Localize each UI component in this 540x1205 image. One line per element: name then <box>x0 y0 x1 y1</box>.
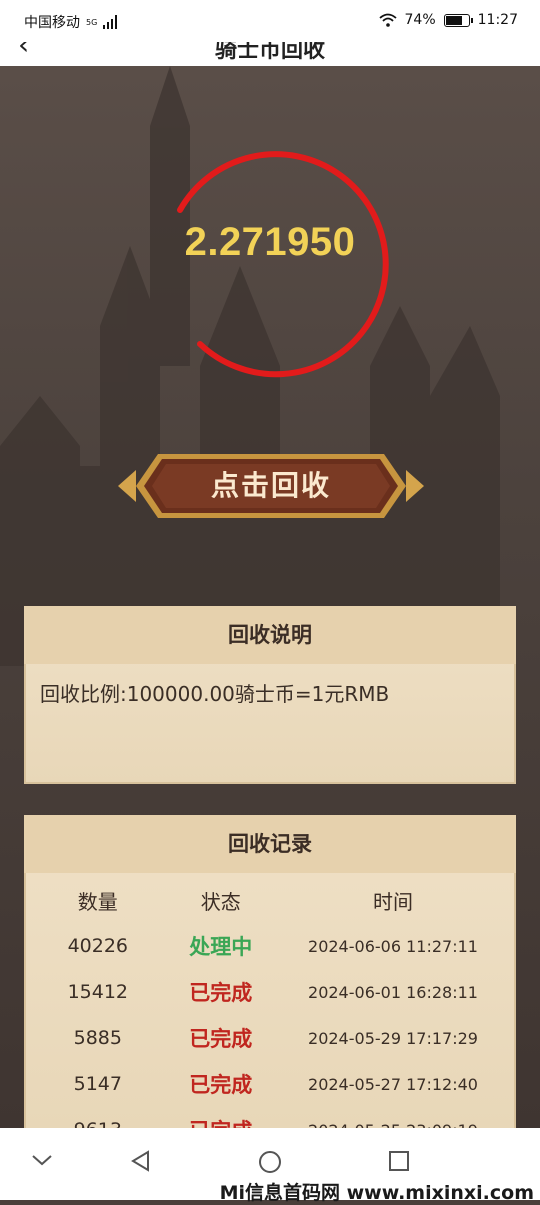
record-time: 2024-05-27 17:12:40 <box>308 1074 478 1094</box>
record-amount: 15412 <box>67 981 129 1003</box>
record-amount: 9613 <box>73 1119 122 1130</box>
column-time-header: 时间 <box>372 889 413 914</box>
description-text: 回收比例:100000.00骑士币=1元RMB <box>40 682 390 706</box>
records-title: 回收记录 <box>24 815 516 873</box>
record-status: 处理中 <box>189 935 253 959</box>
signal-icon <box>103 15 118 29</box>
page-title: 骑士币回收 <box>214 42 325 63</box>
battery-percent: 74% <box>404 12 436 28</box>
record-status: 已完成 <box>189 1027 253 1051</box>
description-panel: 回收说明 回收比例:100000.00骑士币=1元RMB <box>24 606 516 784</box>
records-panel: 回收记录 数量 状态 时间 40226 处理中 2024-06-06 11:27:1… <box>24 815 516 1130</box>
record-amount: 5147 <box>73 1073 122 1095</box>
record-status: 已完成 <box>172 1107 270 1130</box>
battery-icon <box>443 13 473 27</box>
watermark: Mi信息首码网 www.mixinxi.com <box>219 1182 534 1204</box>
table-row: 15412 已完成 2024-06-01 16:28:11 <box>24 969 516 1015</box>
table-row: 9613 已完成 2024-05-25 23:09:19 <box>24 1107 516 1130</box>
carrier-label: 中国移动 <box>24 15 80 31</box>
table-row: 5147 已完成 2024-05-27 17:12:40 <box>24 1061 516 1107</box>
recycle-button-label: 点击回收 <box>210 469 331 502</box>
table-row: 5885 已完成 2024-05-29 17:17:29 <box>24 1015 516 1061</box>
table-row: 40226 处理中 2024-06-06 11:27:11 <box>24 923 516 969</box>
title-bar: ‹ 骑士币回收 <box>0 42 540 66</box>
record-amount: 5885 <box>73 1027 122 1049</box>
record-status: 已完成 <box>189 981 253 1005</box>
recents-square-icon[interactable] <box>388 1150 410 1172</box>
record-time: 2024-05-25 23:09:19 <box>308 1120 478 1131</box>
records-table: 数量 状态 时间 40226 处理中 2024-06-06 11:27:11 1541… <box>24 877 516 1131</box>
status-bar: 中国移动 5G 74% 11:27 <box>0 0 540 42</box>
balance-amount: 2.271950 <box>184 220 356 264</box>
record-time: 2024-06-01 16:28:11 <box>308 982 478 1002</box>
recycle-button[interactable]: 点击回收 <box>118 448 424 524</box>
home-circle-icon[interactable] <box>258 1150 282 1174</box>
wifi-icon <box>378 13 397 27</box>
column-status-header: 状态 <box>200 889 241 914</box>
description-title: 回收说明 <box>24 606 516 664</box>
back-triangle-icon[interactable] <box>130 1150 152 1172</box>
chevron-down-icon[interactable] <box>30 1150 54 1170</box>
records-header-row: 数量 状态 时间 <box>24 877 516 923</box>
record-amount: 40226 <box>67 935 129 957</box>
record-status: 已完成 <box>189 1073 253 1097</box>
column-amount-header: 数量 <box>77 889 118 914</box>
network-type: 5G <box>86 17 98 27</box>
clock: 11:27 <box>477 12 518 28</box>
record-time: 2024-05-29 17:17:29 <box>308 1028 478 1048</box>
record-time: 2024-06-06 11:27:11 <box>308 936 478 956</box>
